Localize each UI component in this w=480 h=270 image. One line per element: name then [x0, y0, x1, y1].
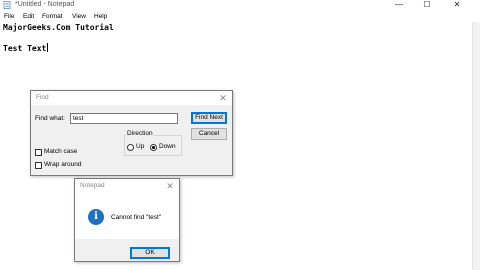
editor-line-3: Test Text: [3, 43, 49, 54]
cancel-button[interactable]: Cancel: [191, 128, 227, 140]
notepad-message-box: Notepad ✕ i Cannot find "test" OK: [74, 178, 180, 262]
vertical-scrollbar[interactable]: [472, 22, 480, 270]
menu-help[interactable]: Help: [94, 11, 107, 22]
window-title: *Untitled - Notepad: [15, 1, 75, 8]
close-button[interactable]: ✕: [446, 0, 468, 10]
find-dialog-title: Find: [36, 94, 49, 101]
menu-file[interactable]: File: [4, 11, 14, 22]
direction-label: Direction: [126, 130, 154, 137]
maximize-button[interactable]: ☐: [416, 0, 438, 10]
find-what-label: Find what:: [35, 115, 65, 122]
direction-up-label[interactable]: Up: [136, 143, 144, 150]
info-icon: i: [88, 209, 104, 225]
direction-up-radio[interactable]: [127, 144, 134, 151]
text-caret: [47, 43, 49, 52]
title-bar: *Untitled - Notepad — ☐ ✕: [0, 0, 480, 10]
direction-down-radio[interactable]: [150, 144, 157, 151]
menu-bar: File Edit Format View Help: [0, 11, 480, 22]
find-dialog: Find ✕ Find what: test Find Next Cancel …: [30, 90, 233, 176]
minimize-button[interactable]: —: [388, 0, 410, 10]
menu-format[interactable]: Format: [42, 11, 63, 22]
match-case-label[interactable]: Match case: [44, 148, 77, 155]
message-box-title: Notepad: [80, 182, 105, 189]
message-text: Cannot find "test": [111, 214, 162, 221]
notepad-app-icon: [3, 1, 11, 9]
message-box-close-icon[interactable]: ✕: [164, 180, 176, 192]
match-case-checkbox[interactable]: [35, 149, 42, 156]
editor-line-3-text: Test Text: [3, 44, 47, 53]
find-next-button[interactable]: Find Next: [191, 112, 227, 124]
wrap-around-checkbox[interactable]: [35, 162, 42, 169]
ok-button[interactable]: OK: [130, 247, 170, 259]
find-close-icon[interactable]: ✕: [217, 92, 229, 104]
wrap-around-label[interactable]: Wrap around: [44, 161, 81, 168]
editor-line-1: MajorGeeks.Com Tutorial: [3, 23, 114, 32]
menu-edit[interactable]: Edit: [23, 11, 34, 22]
direction-down-label[interactable]: Down: [159, 143, 176, 150]
find-title-bar[interactable]: Find ✕: [31, 91, 232, 105]
find-what-input[interactable]: test: [70, 113, 178, 124]
message-box-title-bar[interactable]: Notepad ✕: [75, 179, 179, 193]
menu-view[interactable]: View: [72, 11, 86, 22]
